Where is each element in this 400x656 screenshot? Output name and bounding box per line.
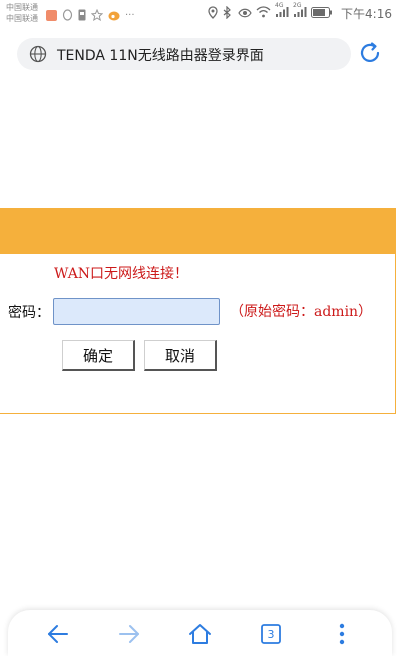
- carrier-line-1: 中国联通: [6, 3, 38, 12]
- signal-4g-label: 4G: [275, 2, 284, 9]
- password-input[interactable]: [53, 298, 220, 325]
- carrier-info: 中国联通 中国联通: [6, 2, 38, 24]
- globe-icon: [29, 45, 47, 67]
- clock: 下午4:16: [341, 7, 392, 21]
- menu-button[interactable]: [328, 620, 356, 648]
- panel-header: [0, 208, 396, 254]
- home-icon: [189, 624, 211, 644]
- signal-2g-icon: 2G: [293, 2, 307, 21]
- wifi-icon: [256, 6, 271, 21]
- wan-warning-message: WAN口无网线连接！: [54, 266, 189, 282]
- star-icon: [90, 6, 104, 25]
- forward-button[interactable]: [115, 620, 143, 648]
- sd-card-icon: [78, 6, 86, 25]
- more-notifications-indicator: ···: [125, 10, 135, 21]
- back-button[interactable]: [44, 620, 72, 648]
- eye-comfort-icon: [238, 7, 252, 21]
- battery-icon: [311, 6, 333, 21]
- carrier-line-2: 中国联通: [6, 14, 38, 23]
- home-button[interactable]: [186, 620, 214, 648]
- tab-count: 3: [267, 627, 275, 641]
- tabs-button[interactable]: 3: [257, 620, 285, 648]
- more-vertical-icon: [339, 623, 345, 645]
- notification-icons: ···: [46, 6, 135, 25]
- signal-4g-icon: 4G: [275, 2, 289, 21]
- weibo-icon: [108, 6, 120, 25]
- back-arrow-icon: [48, 625, 68, 643]
- app-notification-icon: [46, 10, 57, 21]
- status-bar: 中国联通 中国联通 ··· 4G 2G 下午4:16: [0, 0, 400, 28]
- cancel-button[interactable]: 取消: [144, 340, 217, 371]
- system-status: 4G 2G 下午4:16: [208, 2, 392, 22]
- forward-arrow-icon: [119, 625, 139, 643]
- bluetooth-icon: [222, 5, 234, 22]
- page-title-url[interactable]: TENDA 11N无线路由器登录界面: [57, 45, 264, 65]
- location-icon: [208, 5, 218, 22]
- password-label: 密码：: [8, 305, 50, 321]
- address-bar[interactable]: TENDA 11N无线路由器登录界面: [17, 38, 351, 70]
- refresh-icon[interactable]: [357, 40, 383, 70]
- signal-2g-label: 2G: [293, 2, 302, 9]
- browser-bottom-nav: 3: [8, 610, 392, 656]
- default-password-hint: （原始密码：admin）: [230, 304, 373, 320]
- qq-icon: [62, 6, 73, 25]
- ok-button[interactable]: 确定: [62, 340, 135, 371]
